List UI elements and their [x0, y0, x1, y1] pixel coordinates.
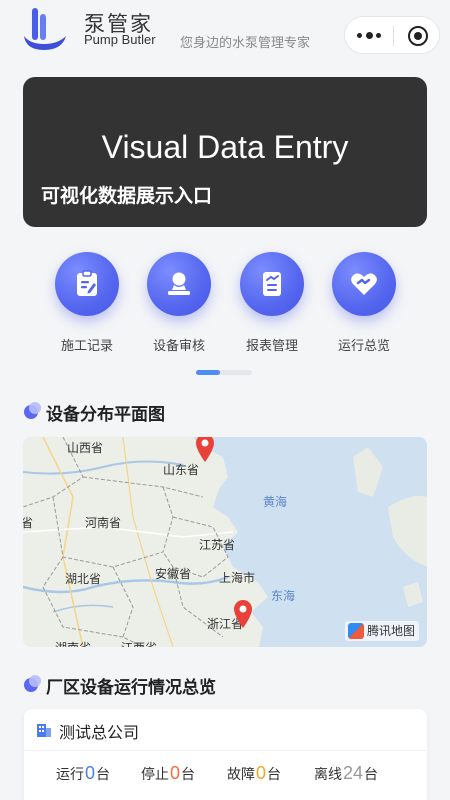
map-label-hunan: 湖南省 [55, 639, 91, 647]
user-stamp-icon [147, 252, 211, 316]
banner-title: Visual Data Entry [101, 129, 349, 165]
device-location-pin[interactable] [194, 437, 216, 463]
section-title-text: 设备分布平面图 [46, 405, 165, 425]
map-label-hubei: 湖北省 [65, 572, 102, 586]
stat-label: 运行 [56, 767, 84, 783]
map-label-jiangxi: 江西省 [121, 639, 157, 647]
menu-pager [196, 370, 252, 375]
stat-unit: 台 [96, 767, 111, 783]
device-location-pin[interactable] [232, 599, 254, 629]
close-mini-program-button[interactable] [408, 26, 428, 46]
slogan: 您身边的水泵管理专家 [180, 36, 311, 51]
mini-program-capsule [344, 16, 440, 54]
clipboard-edit-icon [55, 252, 119, 316]
menu-operation-overview[interactable]: 运行总览 [324, 252, 404, 354]
stat-label: 停止 [141, 767, 169, 783]
stat-offline: 离线24台 [314, 763, 378, 784]
building-icon [37, 724, 51, 737]
map-label-shandong: 山东省 [163, 463, 200, 477]
stat-unit: 台 [364, 767, 379, 783]
map-attribution: 腾讯地图 [344, 621, 419, 641]
section-dot-accent [29, 402, 41, 414]
brand-name-en: Pump Butler [84, 32, 156, 47]
section-dot-accent [29, 675, 41, 687]
map-label-anhui: 安徽省 [155, 567, 192, 581]
map-label-henan: 河南省 [85, 516, 122, 530]
more-options-button[interactable] [357, 32, 381, 39]
stat-unit: 台 [267, 767, 282, 783]
menu-report-management[interactable]: 报表管理 [232, 252, 312, 354]
pager-active [196, 370, 220, 375]
stat-unit: 台 [181, 767, 196, 783]
pump-butler-logo [24, 8, 66, 50]
company-name: 测试总公司 [59, 723, 140, 742]
stat-value: 0 [256, 763, 267, 783]
stat-value: 0 [85, 763, 96, 783]
report-icon [240, 252, 304, 316]
stat-running: 运行0台 [56, 763, 110, 784]
stat-value: 24 [343, 763, 364, 783]
stat-label: 离线 [314, 767, 342, 783]
map-label-east-sea: 东海 [271, 589, 296, 603]
stat-fault: 故障0台 [227, 763, 281, 784]
section-title-text: 厂区设备运行情况总览 [46, 678, 216, 698]
menu-construction-records[interactable]: 施工记录 [47, 252, 127, 354]
menu-label: 施工记录 [60, 339, 113, 354]
company-status-card[interactable]: 测试总公司 运行0台 停止0台 故障0台 离线24台 [24, 709, 427, 800]
heart-handshake-icon [332, 252, 396, 316]
menu-equipment-review[interactable]: 设备审核 [139, 252, 219, 354]
stat-value: 0 [170, 763, 181, 783]
tencent-map-logo-icon [347, 623, 364, 639]
map-label-jiangsu: 江苏省 [199, 538, 236, 552]
map-label-shanghai: 上海市 [219, 571, 256, 585]
card-divider [24, 750, 427, 751]
map-label-yellow-sea: 黄海 [263, 495, 288, 509]
device-distribution-map[interactable]: 山西省 山东省 黄海 省 河南省 江苏省 湖北省 安徽省 上海市 东海 浙江省 … [23, 437, 427, 647]
map-attribution-text: 腾讯地图 [366, 624, 415, 638]
stat-stopped: 停止0台 [141, 763, 195, 784]
stat-label: 故障 [227, 767, 255, 783]
menu-label: 运行总览 [337, 339, 390, 354]
visual-data-banner[interactable]: Visual Data Entry 可视化数据展示入口 [23, 77, 427, 227]
app-header: 泵管家 Pump Butler 您身边的水泵管理专家 [0, 0, 450, 72]
menu-label: 报表管理 [245, 339, 298, 354]
map-label-edge: 省 [23, 516, 34, 530]
map-label-shanxi: 山西省 [67, 441, 104, 455]
banner-subtitle: 可视化数据展示入口 [41, 185, 213, 207]
menu-label: 设备审核 [152, 339, 205, 354]
capsule-divider [393, 26, 394, 46]
